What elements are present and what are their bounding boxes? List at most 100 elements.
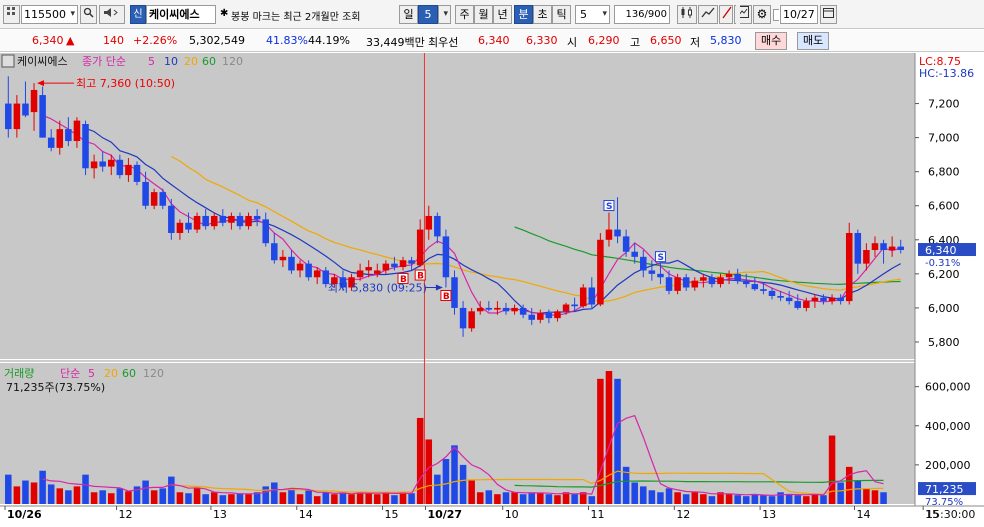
volume-bar (691, 492, 699, 504)
volume-bar (202, 494, 209, 504)
code-select[interactable]: 115500 (21, 5, 78, 24)
candle-body (571, 304, 578, 307)
candle-body (785, 297, 793, 302)
low-label: 저 (690, 36, 701, 49)
interval-select[interactable]: 5 (575, 5, 610, 24)
stock-search-icon[interactable] (80, 5, 97, 24)
volume-bar (22, 480, 29, 504)
candle-body (811, 297, 819, 302)
candle-body (854, 232, 862, 264)
candle-body (554, 311, 561, 319)
stock-name: 케이씨에스 (146, 5, 216, 24)
period-second-button[interactable]: 초 (533, 5, 552, 24)
open-label: 시 (567, 36, 578, 49)
period-minute-button[interactable]: 분 (514, 5, 533, 24)
volume-bar (13, 486, 21, 504)
legend-ma-60: 60 (202, 55, 216, 68)
candle-type-icon[interactable] (677, 5, 697, 24)
buy-button[interactable]: 매수 (755, 32, 788, 50)
candle-body (5, 103, 12, 130)
candle-body (253, 215, 261, 220)
volume-bar (279, 492, 287, 504)
volume-bar (545, 494, 553, 504)
volume-current-text: 71,235주(73.75%) (6, 381, 105, 394)
volume-bar (554, 495, 561, 504)
candle-body (511, 307, 518, 312)
candle-body (562, 304, 570, 312)
volume-tick-label: 200,000 (925, 459, 971, 472)
volume-bar (485, 490, 493, 504)
candle-body (708, 277, 716, 285)
period-day-button[interactable]: 일 (399, 5, 418, 24)
period-month-button[interactable]: 월 (474, 5, 493, 24)
volume-bar (236, 493, 244, 504)
settings-icon[interactable]: ⚙ (753, 5, 771, 24)
volume-bar (442, 459, 450, 504)
candle-body (185, 222, 192, 230)
x-tick-label: 13 (762, 508, 776, 521)
candle-body (90, 161, 98, 169)
candle-body (691, 280, 699, 288)
candle-body (725, 273, 733, 278)
chart-area[interactable]: 7,200 7,000 6,800 6,600 6,400 6,200 6,000 5,800… (0, 53, 984, 524)
axis-panel-bg (915, 53, 984, 524)
candle-body (39, 95, 46, 138)
legend-ma-label: 종가 단순 (82, 55, 126, 68)
candle-body (622, 236, 630, 252)
period-day-value[interactable]: 5 (418, 5, 438, 24)
price-tick-label: 7,200 (928, 98, 960, 111)
x-tick-label: 14 (857, 508, 871, 521)
volume-bar (47, 484, 55, 504)
volume-bar (537, 493, 544, 504)
period-dropdown-icon[interactable] (438, 5, 451, 24)
volume-bar (571, 494, 578, 504)
count-field[interactable]: 136/900 (614, 5, 670, 24)
volume-bar (193, 488, 201, 504)
period-year-button[interactable]: 년 (493, 5, 512, 24)
candle-body (434, 215, 441, 237)
x-tick-label: 15 (385, 508, 399, 521)
candle-body (408, 260, 415, 264)
candle-body (494, 307, 501, 310)
candle-body (674, 277, 681, 291)
candle-body (245, 215, 252, 227)
candle-body (742, 280, 750, 285)
candle-body (631, 251, 638, 257)
trade-amount: 33,449백만 (366, 36, 425, 49)
x-tick-label: 12 (676, 508, 690, 521)
candle-body (142, 181, 149, 206)
volume-bar (528, 492, 535, 504)
candle-body (56, 129, 64, 148)
sound-icon[interactable] (99, 5, 125, 24)
grid-icon[interactable] (736, 5, 740, 24)
period-week-button[interactable]: 주 (455, 5, 474, 24)
candle-body (717, 277, 724, 285)
date-value[interactable]: 10/27 (780, 5, 818, 24)
x-tick-label: 14 (299, 508, 313, 521)
current-price-label: 6,340 (925, 244, 957, 257)
calendar-icon[interactable] (820, 5, 837, 24)
draw-tool-icon[interactable] (719, 5, 733, 24)
candle-body (682, 277, 690, 288)
volume-bar (210, 492, 218, 504)
candle-body (665, 277, 673, 291)
line-tool-icon[interactable] (698, 5, 718, 24)
candle-body (605, 229, 613, 240)
change-percent: +2.26% (133, 34, 178, 47)
price-tick-label: 5,800 (928, 336, 960, 349)
candle-body (150, 192, 158, 206)
volume-bar (511, 492, 518, 504)
candle-body (99, 161, 106, 167)
volume-bar (142, 480, 149, 504)
sell-button[interactable]: 매도 (797, 32, 830, 50)
volume-bar (451, 445, 458, 504)
volume-bar (82, 474, 89, 504)
volume-bar (125, 491, 132, 504)
stock-chart[interactable]: 7,2007,0006,8006,6006,4006,2006,0005,800… (0, 53, 984, 524)
volume-bar (700, 494, 707, 504)
legend-ma-20: 20 (184, 55, 198, 68)
volume-bar (871, 490, 879, 504)
candle-body (399, 260, 407, 268)
search-icon[interactable] (3, 5, 20, 24)
period-tick-button[interactable]: 틱 (552, 5, 571, 24)
